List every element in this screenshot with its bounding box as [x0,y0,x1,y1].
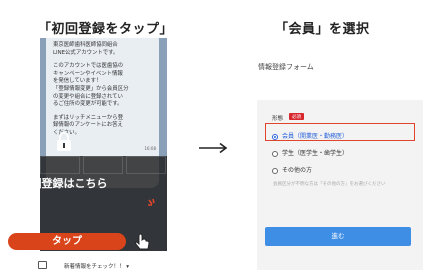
chat-paragraph: このアカウントでは医歯協の キャンペーンやイベント情報 を発信しています！ 「登… [53,63,129,108]
first-registration-label: 初回登録はこちら [19,177,108,190]
radio-option-member[interactable]: 会員（開業医・勤務医） [272,131,348,140]
radio-button[interactable] [272,167,278,174]
left-step-caption: 「初回登録をタップ」 [38,22,174,37]
right-arrow-icon [199,142,228,154]
message-timestamp: 16:08 [144,146,156,151]
radio-option-label: 会員（開業医・勤務医） [282,133,349,140]
rich-menu-cell[interactable] [40,156,80,174]
right-step-caption: 「会員」を選択 [275,22,370,37]
radio-option-other[interactable]: その他の方 [272,165,312,174]
rich-menu-bottom-bar[interactable]: 新着情報をチェック！！ ▾ [34,259,174,273]
form-title: 情報登録フォーム [258,63,314,71]
menu-toggle-label[interactable]: 新着情報をチェック！！ ▾ [64,262,129,270]
rich-menu-cell[interactable] [126,156,166,174]
form-type-label: 形態 [272,116,284,122]
sparkle-icon [148,198,155,206]
radio-option-label: 学生（医学生・歯学生） [282,150,349,157]
option-help-note: 会員区分が不明な方は「その他の方」をお選びください [273,182,386,187]
keyboard-icon[interactable] [38,261,47,269]
tap-button[interactable]: タップ [8,233,126,250]
next-button[interactable]: 進む [265,227,411,246]
radio-option-label: その他の方 [282,167,313,174]
radio-option-student[interactable]: 学生（医学生・歯学生） [272,148,348,157]
radio-button[interactable] [272,150,278,157]
radio-button[interactable] [272,133,278,140]
required-badge: 必須 [289,113,304,120]
rich-menu-cell[interactable] [83,156,123,174]
lock-icon [57,132,71,151]
chat-paragraph: 東京医師歯科医師協同組合 LINE公式アカウントです。 [53,42,119,56]
pointing-hand-icon [135,233,150,250]
